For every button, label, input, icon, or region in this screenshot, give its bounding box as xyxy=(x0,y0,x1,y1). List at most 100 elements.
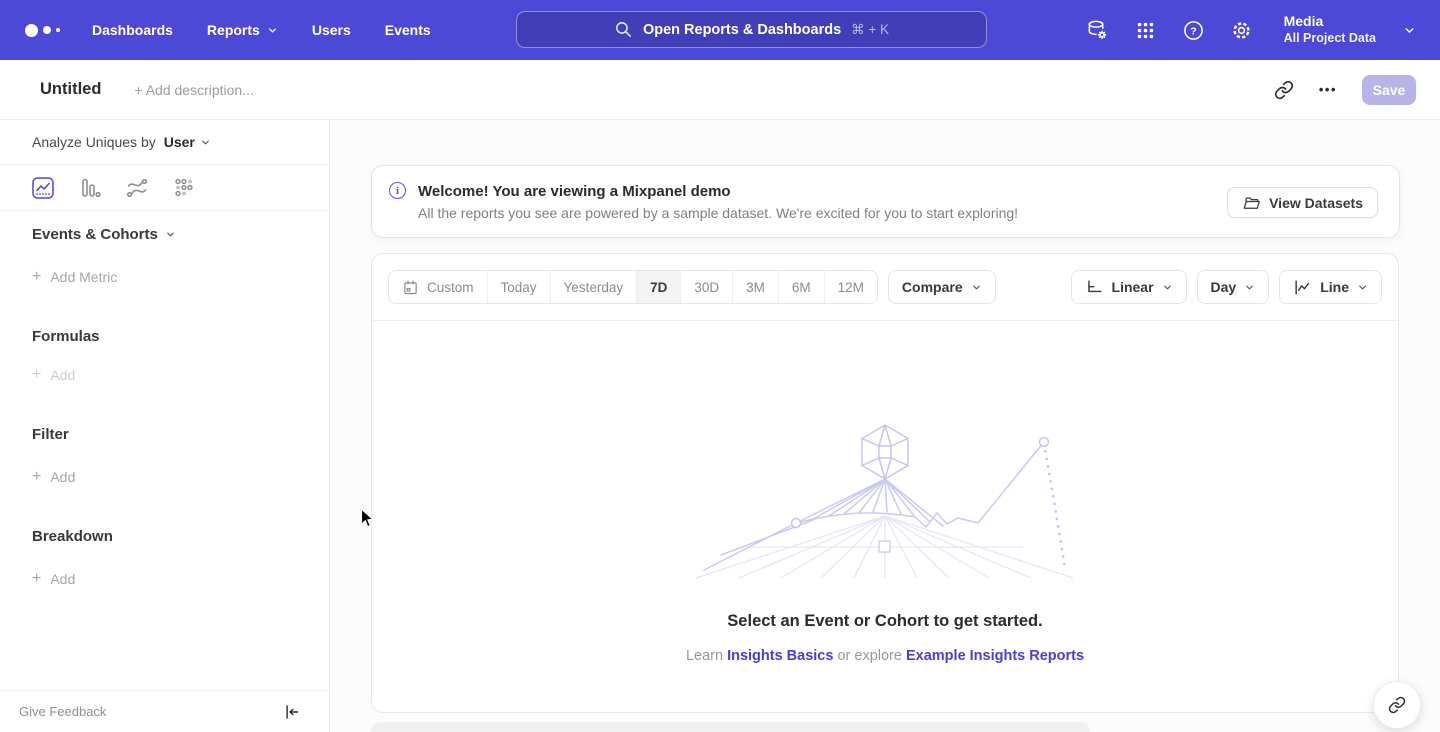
main-content: i Welcome! You are viewing a Mixpanel de… xyxy=(330,120,1440,732)
add-formula-button[interactable]: + Add xyxy=(32,366,329,384)
breakdown-section-title: Breakdown xyxy=(32,528,329,545)
analyze-by-dropdown[interactable]: User xyxy=(164,134,211,150)
save-button[interactable]: Save xyxy=(1362,75,1416,105)
events-cohorts-label: Events & Cohorts xyxy=(32,226,158,243)
insights-chart-card: Custom Today Yesterday 7D 30D 3M 6M 12M … xyxy=(371,253,1399,713)
data-management-icon[interactable] xyxy=(1086,19,1109,42)
scale-dropdown[interactable]: Linear xyxy=(1071,270,1187,304)
top-nav-bar: Dashboards Reports Users Events Open Rep… xyxy=(0,0,1440,60)
nav-item-reports[interactable]: Reports xyxy=(207,22,278,38)
overflow-menu-button[interactable]: ••• xyxy=(1319,82,1337,97)
mixpanel-logo[interactable] xyxy=(25,24,60,37)
filter-section-title: Filter xyxy=(32,426,329,443)
compare-button[interactable]: Compare xyxy=(888,270,996,304)
report-title[interactable]: Untitled xyxy=(40,80,101,99)
sidebar-footer: Give Feedback xyxy=(0,690,329,732)
tab-metrics[interactable] xyxy=(173,177,195,199)
date-range-custom[interactable]: Custom xyxy=(389,271,487,303)
events-cohorts-section[interactable]: Events & Cohorts xyxy=(32,226,329,243)
controls-divider xyxy=(372,320,1398,321)
banner-text: Welcome! You are viewing a Mixpanel demo… xyxy=(418,183,1018,221)
nav-item-users[interactable]: Users xyxy=(312,22,351,38)
add-formula-label: Add xyxy=(50,367,75,383)
add-metric-button[interactable]: + Add Metric xyxy=(32,268,329,286)
banner-subtitle: All the reports you see are powered by a… xyxy=(418,205,1018,221)
line-chart-icon xyxy=(1293,278,1312,297)
formulas-section-title: Formulas xyxy=(32,328,329,345)
plus-icon: + xyxy=(32,468,41,486)
empty-state-links: Learn Insights Basics or explore Example… xyxy=(372,648,1398,664)
help-glyph: ? xyxy=(1190,25,1196,37)
apps-grid-icon[interactable] xyxy=(1134,19,1157,42)
nav-item-events[interactable]: Events xyxy=(385,22,431,38)
insights-basics-link[interactable]: Insights Basics xyxy=(727,648,833,664)
nav-item-label: Events xyxy=(385,22,431,38)
calendar-icon xyxy=(402,279,419,296)
add-filter-button[interactable]: + Add xyxy=(32,468,329,486)
date-range-6m[interactable]: 6M xyxy=(778,271,824,303)
chevron-down-icon xyxy=(1244,282,1255,293)
example-reports-link[interactable]: Example Insights Reports xyxy=(906,648,1084,664)
tab-flow-chart[interactable] xyxy=(126,177,148,199)
demo-welcome-banner: i Welcome! You are viewing a Mixpanel de… xyxy=(371,165,1400,238)
project-name: Media xyxy=(1284,13,1376,31)
add-description-field[interactable]: + Add description... xyxy=(134,82,253,98)
date-range-7d[interactable]: 7D xyxy=(636,271,680,303)
plus-icon: + xyxy=(32,366,41,384)
empty-state-title: Select an Event or Cohort to get started… xyxy=(372,612,1398,631)
folder-icon xyxy=(1242,194,1260,212)
chevron-down-icon[interactable] xyxy=(1403,24,1416,37)
top-nav-right: ? Media All Project Data xyxy=(1086,0,1416,60)
date-range-12m[interactable]: 12M xyxy=(824,271,877,303)
info-icon: i xyxy=(389,182,406,199)
view-datasets-label: View Datasets xyxy=(1269,195,1363,211)
compare-label: Compare xyxy=(902,279,963,295)
analyze-row: Analyze Uniques by User xyxy=(0,120,329,165)
global-search-button[interactable]: Open Reports & Dashboards ⌘ + K xyxy=(516,11,987,48)
linear-scale-icon xyxy=(1085,278,1104,297)
date-range-label: Custom xyxy=(427,280,474,295)
scale-label: Linear xyxy=(1112,279,1154,295)
chevron-down-icon xyxy=(267,25,278,36)
view-datasets-button[interactable]: View Datasets xyxy=(1227,187,1378,218)
breakdown-table-peek xyxy=(371,722,1090,732)
chart-type-label: Line xyxy=(1320,279,1349,295)
nav-item-label: Users xyxy=(312,22,351,38)
give-feedback-link[interactable]: Give Feedback xyxy=(19,704,106,719)
report-header: Untitled + Add description... ••• Save xyxy=(0,60,1440,120)
link-icon xyxy=(1388,696,1406,714)
visualization-tabs xyxy=(0,165,329,211)
date-range-3m[interactable]: 3M xyxy=(732,271,778,303)
interval-label: Day xyxy=(1211,279,1237,295)
date-range-yesterday[interactable]: Yesterday xyxy=(550,271,637,303)
interval-dropdown[interactable]: Day xyxy=(1197,270,1270,304)
analyze-label: Analyze Uniques by xyxy=(32,134,156,150)
tab-bar-chart[interactable] xyxy=(79,177,101,199)
plus-icon: + xyxy=(32,570,41,588)
add-breakdown-label: Add xyxy=(50,571,75,587)
sidebar-body: Events & Cohorts + Add Metric Formulas +… xyxy=(0,226,329,588)
collapse-sidebar-icon[interactable] xyxy=(283,703,301,721)
project-switcher[interactable]: Media All Project Data xyxy=(1284,13,1376,46)
empty-state-illustration xyxy=(691,420,1081,580)
nav-item-dashboards[interactable]: Dashboards xyxy=(92,22,173,38)
add-metric-label: Add Metric xyxy=(50,269,117,285)
search-shortcut: ⌘ + K xyxy=(851,22,889,38)
query-builder-sidebar: Analyze Uniques by User Events & Cohorts… xyxy=(0,120,330,732)
settings-gear-icon[interactable] xyxy=(1230,19,1253,42)
help-icon[interactable]: ? xyxy=(1182,19,1205,42)
chevron-down-icon xyxy=(1357,282,1368,293)
tab-line-chart[interactable] xyxy=(32,177,54,199)
connector-text: or explore xyxy=(837,648,901,664)
learn-text: Learn xyxy=(686,648,723,664)
chevron-down-icon xyxy=(1162,282,1173,293)
nav-item-label: Dashboards xyxy=(92,22,173,38)
search-label: Open Reports & Dashboards xyxy=(643,22,841,38)
date-range-30d[interactable]: 30D xyxy=(680,271,732,303)
chart-type-dropdown[interactable]: Line xyxy=(1279,270,1382,304)
add-breakdown-button[interactable]: + Add xyxy=(32,570,329,588)
share-link-fab[interactable] xyxy=(1373,681,1421,729)
copy-link-icon[interactable] xyxy=(1274,80,1294,100)
analyze-value: User xyxy=(164,134,195,150)
date-range-today[interactable]: Today xyxy=(487,271,550,303)
